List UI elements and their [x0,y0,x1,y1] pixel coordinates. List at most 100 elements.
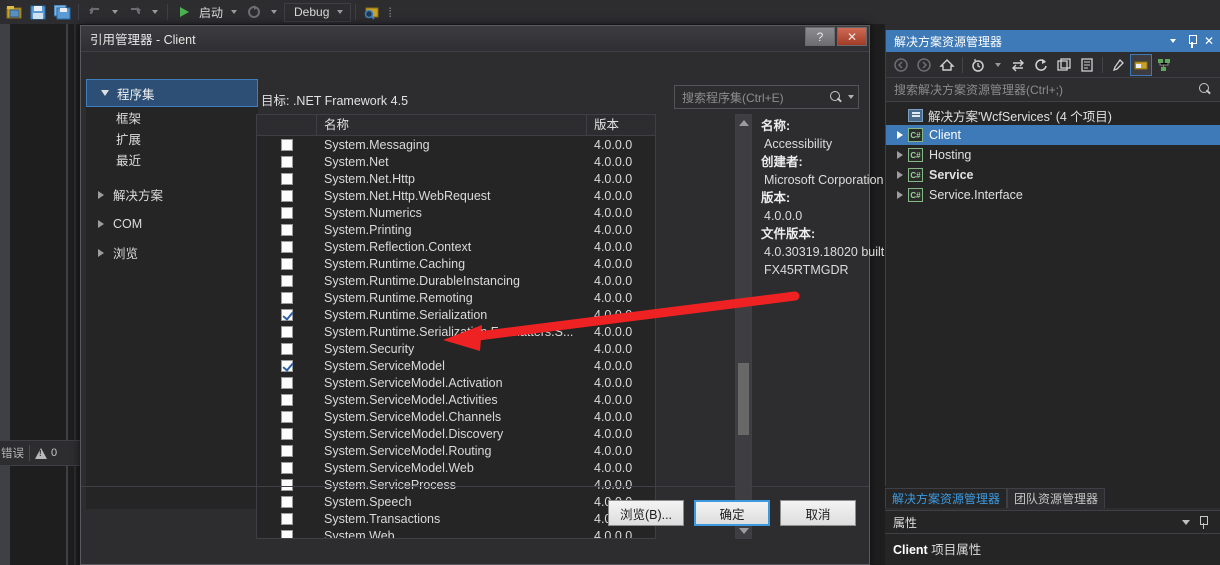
tab-solution-explorer[interactable]: 解决方案资源管理器 [885,488,1008,508]
search-assemblies-input[interactable]: 搜索程序集(Ctrl+E) [674,85,859,109]
column-name[interactable]: 名称 [317,115,587,136]
assembly-checkbox[interactable] [257,444,317,457]
sync-icon[interactable] [1007,54,1029,76]
table-row[interactable]: System.Net.Http 4.0.0.0 [257,170,655,187]
column-version[interactable]: 版本 [587,115,655,136]
assembly-checkbox[interactable] [257,155,317,168]
save-all-icon[interactable] [50,1,74,23]
show-all-files-icon[interactable] [1076,54,1098,76]
table-row[interactable]: System.Reflection.Context 4.0.0.0 [257,238,655,255]
pending-changes-caret-icon[interactable] [995,62,1001,67]
save-icon[interactable] [26,1,50,23]
project-node-service[interactable]: C# Service [886,165,1220,185]
undo-dropdown-caret[interactable] [112,10,118,14]
dialog-title-bar[interactable]: 引用管理器 - Client ? ✕ [81,26,869,52]
panel-menu-caret-icon[interactable] [1169,39,1176,43]
project-node-service-interface[interactable]: C# Service.Interface [886,185,1220,205]
nav-item-solution[interactable]: 解决方案 [86,180,258,209]
pin-icon[interactable] [1197,515,1210,529]
table-row[interactable]: System.Messaging 4.0.0.0 [257,136,655,153]
find-icon[interactable] [360,1,384,23]
start-debug-label[interactable]: 启动 [196,4,226,21]
table-row[interactable]: System.Net.Http.WebRequest 4.0.0.0 [257,187,655,204]
restart-dropdown-caret[interactable] [271,10,278,14]
expand-chevron-icon[interactable] [892,151,908,159]
start-dropdown-caret[interactable] [231,10,238,14]
assembly-checkbox[interactable] [257,274,317,287]
project-node-hosting[interactable]: C# Hosting [886,145,1220,165]
close-icon[interactable]: ✕ [1204,34,1214,48]
assembly-checkbox[interactable] [257,359,317,372]
nav-item-browse[interactable]: 浏览 [86,238,258,267]
ok-button[interactable]: 确定 [694,500,770,526]
redo-dropdown-caret[interactable] [152,10,158,14]
table-row[interactable]: System.ServiceModel.Activities 4.0.0.0 [257,391,655,408]
navigate-forward-icon[interactable] [913,54,935,76]
undo-icon[interactable] [83,1,107,23]
assembly-checkbox[interactable] [257,342,317,355]
assembly-checkbox[interactable] [257,325,317,338]
properties-icon[interactable] [1107,54,1129,76]
assembly-checkbox[interactable] [257,427,317,440]
new-project-icon[interactable] [2,1,26,23]
preview-selected-items-icon[interactable] [1130,53,1152,76]
assembly-checkbox[interactable] [257,257,317,270]
home-icon[interactable] [936,54,958,76]
expand-chevron-icon[interactable] [892,131,908,139]
assembly-checkbox[interactable] [257,308,317,321]
nav-item-com[interactable]: COM [86,209,258,238]
assembly-checkbox[interactable] [257,393,317,406]
refresh-icon[interactable] [1030,54,1052,76]
restart-icon[interactable] [242,1,266,23]
navigate-back-icon[interactable] [890,54,912,76]
nav-item-extensions[interactable]: 扩展 [86,128,258,149]
tab-team-explorer[interactable]: 团队资源管理器 [1007,488,1106,508]
close-button[interactable]: ✕ [837,27,867,46]
pin-icon[interactable] [1186,34,1199,48]
expand-chevron-icon[interactable] [892,191,908,199]
class-view-icon[interactable] [1153,54,1175,76]
table-row[interactable]: System.ServiceModel 4.0.0.0 [257,357,655,374]
toolbar-overflow-icon[interactable]: ⁞ [388,5,392,20]
table-row[interactable]: System.Runtime.Serialization.Formatters.… [257,323,655,340]
table-row[interactable]: System.Printing 4.0.0.0 [257,221,655,238]
solution-configuration-combo[interactable]: Debug [284,2,352,22]
pending-changes-icon[interactable] [967,54,989,76]
nav-item-assemblies[interactable]: 程序集 [86,79,258,107]
table-row[interactable]: System.ServiceModel.Routing 4.0.0.0 [257,442,655,459]
assembly-checkbox[interactable] [257,223,317,236]
solution-root-node[interactable]: 解决方案'WcfServices' (4 个项目) [886,105,1220,125]
assembly-checkbox[interactable] [257,189,317,202]
assembly-checkbox[interactable] [257,461,317,474]
table-row[interactable]: System.ServiceModel.Web 4.0.0.0 [257,459,655,476]
scrollbar-thumb[interactable] [738,363,749,435]
collapse-all-icon[interactable] [1053,54,1075,76]
scrollbar-up-arrow-icon[interactable] [736,115,751,130]
properties-menu-caret-icon[interactable] [1182,519,1190,525]
table-row[interactable]: System.ServiceModel.Activation 4.0.0.0 [257,374,655,391]
assembly-checkbox[interactable] [257,240,317,253]
table-row[interactable]: System.Numerics 4.0.0.0 [257,204,655,221]
table-row[interactable]: System.Runtime.Caching 4.0.0.0 [257,255,655,272]
solution-explorer-search-input[interactable]: 搜索解决方案资源管理器(Ctrl+;) [886,78,1220,102]
table-row[interactable]: System.Net 4.0.0.0 [257,153,655,170]
assembly-list-scrollbar[interactable] [735,114,752,539]
table-row[interactable]: System.ServiceModel.Channels 4.0.0.0 [257,408,655,425]
table-row[interactable]: System.Runtime.Serialization 4.0.0.0 [257,306,655,323]
table-row[interactable]: System.Security 4.0.0.0 [257,340,655,357]
assembly-checkbox[interactable] [257,138,317,151]
help-button[interactable]: ? [805,27,835,46]
expand-chevron-icon[interactable] [892,171,908,179]
assembly-checkbox[interactable] [257,291,317,304]
cancel-button[interactable]: 取消 [780,500,856,526]
start-debug-icon[interactable] [172,1,196,23]
table-row[interactable]: System.Runtime.Remoting 4.0.0.0 [257,289,655,306]
assembly-checkbox[interactable] [257,206,317,219]
browse-button[interactable]: 浏览(B)... [608,500,684,526]
project-node-client[interactable]: C# Client [886,125,1220,145]
assembly-checkbox[interactable] [257,172,317,185]
assembly-checkbox[interactable] [257,410,317,423]
table-row[interactable]: System.ServiceModel.Discovery 4.0.0.0 [257,425,655,442]
assembly-list[interactable]: 名称 版本 System.Messaging 4.0.0.0 System.Net 4… [256,114,656,539]
table-row[interactable]: System.Runtime.DurableInstancing 4.0.0.0 [257,272,655,289]
